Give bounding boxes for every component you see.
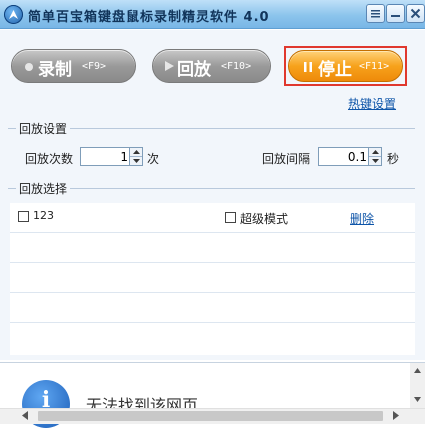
record-dot-icon [25, 63, 33, 71]
scroll-right-icon[interactable] [393, 411, 399, 420]
playback-count-stepper[interactable] [80, 147, 143, 166]
close-button[interactable] [406, 4, 425, 23]
record-button-label: 录制 [38, 60, 72, 80]
pause-icon [304, 62, 312, 72]
playback-button[interactable]: 回放 <F10> [152, 49, 271, 83]
vertical-scrollbar[interactable] [410, 363, 425, 408]
playback-count-unit: 次 [147, 152, 160, 166]
list-row-divider [10, 232, 415, 233]
playback-interval-unit: 秒 [387, 152, 400, 166]
minimize-icon [391, 15, 400, 17]
spin-up-icon[interactable] [369, 148, 381, 157]
playback-settings-title: 回放设置 [16, 120, 71, 137]
scroll-up-icon[interactable] [414, 368, 421, 373]
playback-interval-arrows[interactable] [368, 148, 381, 165]
stop-button-label: 停止 [318, 60, 352, 80]
spin-down-icon[interactable] [369, 157, 381, 165]
scroll-left-icon[interactable] [22, 411, 28, 420]
script-item-checkbox[interactable] [18, 211, 29, 222]
playback-interval-input[interactable] [319, 148, 370, 165]
scroll-down-icon[interactable] [414, 397, 421, 402]
playback-count-input[interactable] [81, 148, 131, 165]
list-row-divider [10, 292, 415, 293]
playback-hotkey: <F10> [221, 61, 252, 72]
menu-icon [371, 10, 380, 18]
stop-button[interactable]: 停止 <F11> [288, 50, 403, 82]
playback-interval-stepper[interactable] [318, 147, 382, 166]
playback-count-arrows[interactable] [129, 148, 142, 165]
horizontal-scroll-thumb[interactable] [38, 411, 383, 421]
window-title: 简单百宝箱键盘鼠标录制精灵软件 4.0 [28, 10, 270, 25]
stop-hotkey: <F11> [359, 61, 390, 72]
script-item-name[interactable]: 123 [33, 209, 54, 222]
super-mode-checkbox[interactable] [225, 212, 236, 223]
spin-up-icon[interactable] [130, 148, 142, 157]
close-icon [410, 8, 421, 19]
playback-selection-title: 回放选择 [16, 180, 71, 197]
playback-count-label: 回放次数 [25, 152, 74, 166]
list-row-divider [10, 262, 415, 263]
super-mode-label: 超级模式 [240, 212, 289, 226]
title-bar: 简单百宝箱键盘鼠标录制精灵软件 4.0 [0, 0, 425, 29]
hotkey-settings-link[interactable]: 热键设置 [348, 95, 396, 112]
playback-button-label: 回放 [177, 60, 211, 80]
list-row-divider [10, 322, 415, 323]
spin-down-icon[interactable] [130, 157, 142, 165]
app-logo-icon [4, 5, 23, 24]
record-hotkey: <F9> [82, 61, 107, 72]
minimize-button[interactable] [386, 4, 405, 23]
record-button[interactable]: 录制 <F9> [11, 49, 136, 83]
menu-button[interactable] [366, 4, 385, 23]
delete-link[interactable]: 删除 [350, 210, 374, 227]
playback-interval-label: 回放间隔 [262, 152, 311, 166]
play-icon [165, 61, 174, 71]
